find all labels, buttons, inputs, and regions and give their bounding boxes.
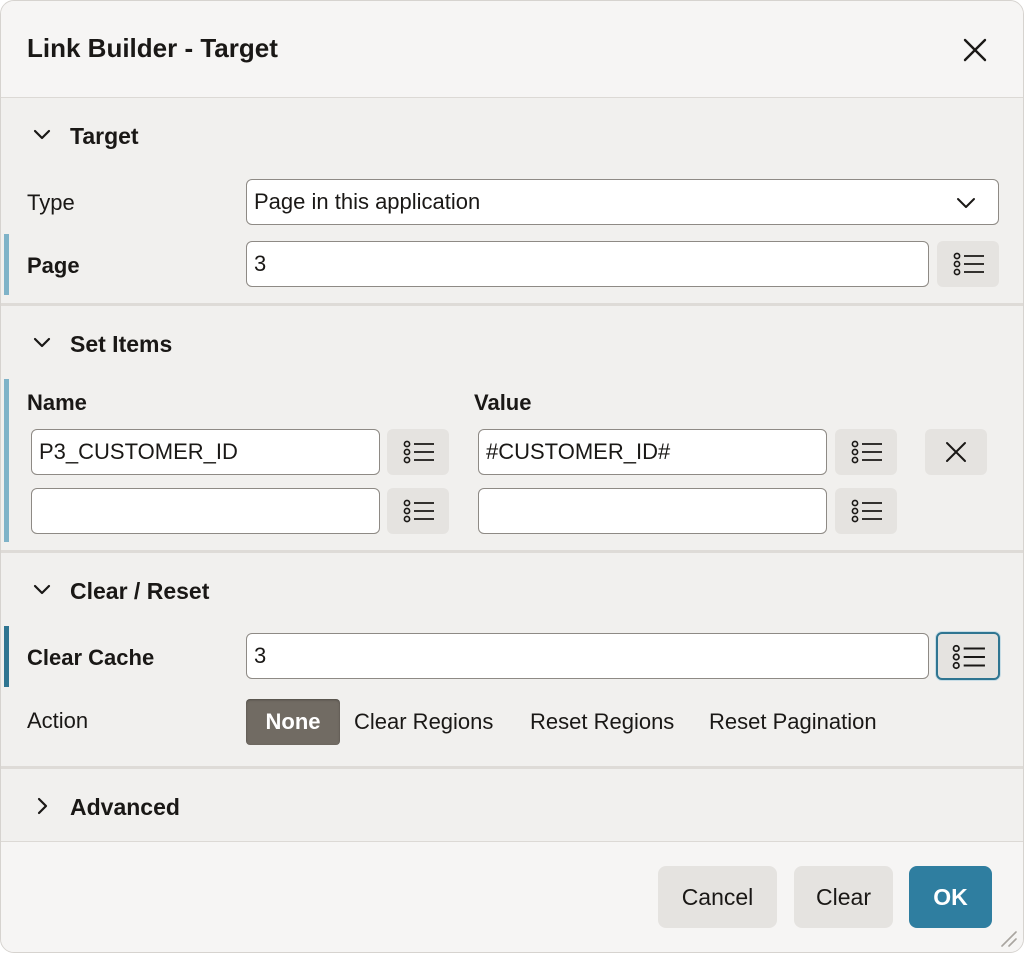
item-name-lov-button[interactable]	[387, 488, 449, 534]
page-label: Page	[27, 253, 80, 278]
action-option-reset-pagination[interactable]: Reset Pagination	[709, 699, 877, 745]
chevron-down-icon	[33, 584, 51, 595]
clear-button[interactable]: Clear	[794, 866, 893, 928]
item-value-lov-button[interactable]	[835, 488, 897, 534]
resize-grip-icon[interactable]	[996, 926, 1018, 948]
section-clear-reset-header[interactable]: Clear / Reset	[1, 558, 1023, 622]
section-title-advanced: Advanced	[70, 794, 180, 820]
required-marker	[4, 234, 9, 295]
section-divider	[1, 766, 1023, 769]
section-advanced-header[interactable]: Advanced	[1, 774, 1023, 838]
clear-cache-label: Clear Cache	[27, 645, 155, 670]
chevron-down-icon	[33, 337, 51, 348]
action-option-clear-regions[interactable]: Clear Regions	[354, 699, 493, 745]
item-name-lov-button[interactable]	[387, 429, 449, 475]
close-icon	[946, 442, 966, 462]
remove-item-button[interactable]	[925, 429, 987, 475]
name-column-header: Name	[27, 390, 87, 415]
list-icon	[952, 644, 985, 670]
list-icon	[851, 499, 882, 523]
page-input[interactable]: 3	[246, 241, 929, 287]
section-title-clear-reset: Clear / Reset	[70, 578, 210, 604]
type-select[interactable]: Page in this application	[246, 179, 999, 225]
close-icon	[963, 38, 987, 62]
ok-button[interactable]: OK	[909, 866, 992, 928]
item-name-input[interactable]: P3_CUSTOMER_ID	[31, 429, 380, 475]
list-icon	[403, 499, 434, 523]
list-icon	[953, 252, 984, 276]
section-title-set-items: Set Items	[70, 331, 173, 357]
dialog-header: Link Builder - Target	[1, 1, 1023, 98]
chevron-down-icon	[33, 129, 51, 140]
action-label: Action	[27, 708, 89, 733]
link-builder-dialog: Link Builder - Target Target Type Page i…	[0, 0, 1024, 953]
item-value-input[interactable]	[478, 488, 827, 534]
section-set-items-header[interactable]: Set Items	[1, 311, 1023, 375]
section-target-header[interactable]: Target	[1, 103, 1023, 167]
dialog-footer: Cancel Clear OK	[1, 841, 1023, 952]
list-icon	[403, 440, 434, 464]
chevron-right-icon	[37, 797, 48, 815]
item-value-input[interactable]: #CUSTOMER_ID#	[478, 429, 827, 475]
value-column-header: Value	[474, 390, 532, 415]
chevron-down-icon	[957, 198, 975, 208]
section-title-target: Target	[70, 123, 139, 149]
required-marker	[4, 379, 9, 542]
section-divider	[1, 550, 1023, 553]
list-icon	[851, 440, 882, 464]
cancel-button[interactable]: Cancel	[658, 866, 777, 928]
required-marker	[4, 626, 9, 687]
item-name-input[interactable]	[31, 488, 380, 534]
type-select-value: Page in this application	[254, 189, 481, 214]
type-label: Type	[27, 190, 75, 215]
action-option-reset-regions[interactable]: Reset Regions	[530, 699, 674, 745]
section-divider	[1, 303, 1023, 306]
action-option-none[interactable]: None	[246, 699, 340, 745]
page-lov-button[interactable]	[937, 241, 999, 287]
dialog-title: Link Builder - Target	[27, 33, 278, 63]
clear-cache-input[interactable]: 3	[246, 633, 929, 679]
item-value-lov-button[interactable]	[835, 429, 897, 475]
close-button[interactable]	[957, 32, 993, 68]
clear-cache-lov-button[interactable]	[936, 632, 1000, 680]
